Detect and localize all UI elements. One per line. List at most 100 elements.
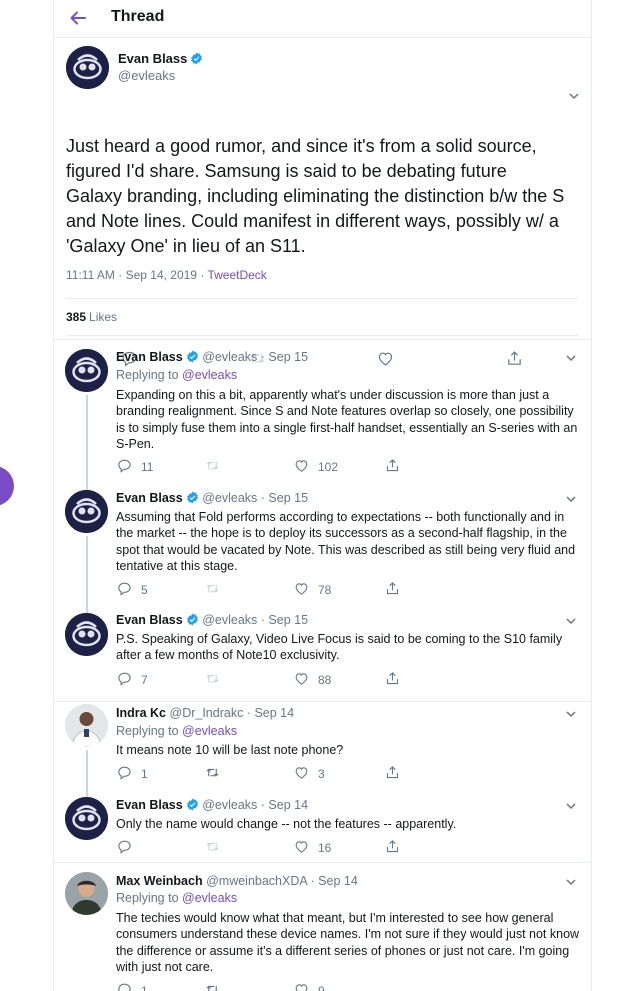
- reply-icon[interactable]: [117, 458, 132, 473]
- reply-count: 7: [141, 673, 148, 687]
- author-handle[interactable]: @evleaks: [118, 68, 203, 83]
- author-name[interactable]: Evan Blass: [118, 51, 187, 66]
- reply-time[interactable]: · Sep 14: [247, 706, 294, 720]
- reply-time[interactable]: · Sep 14: [261, 798, 308, 812]
- reply-icon[interactable]: [117, 982, 132, 991]
- avatar[interactable]: [65, 797, 108, 840]
- verified-badge-icon: [186, 491, 198, 504]
- verified-badge-icon: [186, 613, 198, 626]
- avatar[interactable]: [65, 872, 108, 915]
- reply-text: Only the name would change -- not the fe…: [116, 817, 457, 831]
- replying-to: Replying to @evleaks: [116, 724, 237, 738]
- like-heart-icon[interactable]: [294, 671, 309, 686]
- share-icon[interactable]: [385, 581, 400, 596]
- avatar[interactable]: [65, 613, 108, 656]
- chevron-down-icon[interactable]: [568, 90, 580, 102]
- author-name[interactable]: Max Weinbach: [116, 874, 203, 888]
- retweet-icon[interactable]: [205, 458, 220, 473]
- like-heart-icon[interactable]: [294, 581, 309, 596]
- avatar[interactable]: [65, 490, 108, 533]
- verified-badge-icon: [186, 798, 198, 811]
- reply-header: Evan Blass @evleaks · Sep 15: [116, 613, 308, 627]
- chevron-down-icon[interactable]: [565, 615, 577, 627]
- replying-to-link[interactable]: @evleaks: [182, 368, 237, 382]
- chevron-down-icon[interactable]: [565, 876, 577, 888]
- reply-icon[interactable]: [117, 839, 132, 854]
- reply-time[interactable]: · Sep 15: [261, 350, 308, 364]
- reply-tweet[interactable]: Max Weinbach @mweinbachXDA · Sep 14 Repl…: [54, 863, 591, 991]
- reply-icon[interactable]: [117, 765, 132, 780]
- chevron-down-icon[interactable]: [565, 800, 577, 812]
- replying-label: Replying to: [116, 368, 183, 382]
- author-handle[interactable]: @evleaks: [202, 613, 257, 627]
- timestamp[interactable]: 11:11 AM · Sep 14, 2019 ·: [66, 268, 207, 282]
- avatar[interactable]: [65, 704, 108, 747]
- avatar[interactable]: [66, 46, 109, 89]
- likes-stats[interactable]: 385 Likes: [66, 298, 578, 336]
- reply-tweet[interactable]: Evan Blass @evleaks · Sep 15 Assuming th…: [54, 488, 591, 608]
- back-arrow-icon[interactable]: [68, 8, 88, 28]
- author-handle[interactable]: @mweinbachXDA: [206, 874, 307, 888]
- retweet-icon[interactable]: [205, 581, 220, 596]
- like-heart-icon[interactable]: [294, 982, 309, 991]
- reply-time[interactable]: · Sep 15: [261, 613, 308, 627]
- compose-tweet-button[interactable]: [0, 466, 14, 506]
- replying-to: Replying to @evleaks: [116, 891, 237, 905]
- reply-count: 1: [141, 984, 148, 991]
- reply-tweet[interactable]: Evan Blass @evleaks · Sep 14 Only the na…: [54, 792, 591, 863]
- replying-label: Replying to: [116, 724, 183, 738]
- reply-tweet[interactable]: Evan Blass @evleaks · Sep 15 Replying to…: [54, 341, 591, 488]
- reply-text: P.S. Speaking of Galaxy, Video Live Focu…: [116, 632, 563, 663]
- reply-tweet[interactable]: Indra Kc @Dr_Indrakc · Sep 14 Replying t…: [54, 702, 591, 792]
- like-heart-icon[interactable]: [294, 839, 309, 854]
- reply-text: Assuming that Fold performs according to…: [116, 510, 576, 573]
- author-handle[interactable]: @evleaks: [202, 798, 257, 812]
- avatar[interactable]: [65, 349, 108, 392]
- author-handle[interactable]: @Dr_Indrakc: [170, 706, 244, 720]
- author-name[interactable]: Evan Blass: [116, 491, 183, 505]
- retweet-icon[interactable]: [205, 671, 220, 686]
- reply-count: 5: [141, 583, 148, 597]
- author-handle[interactable]: @evleaks: [202, 350, 257, 364]
- retweet-icon[interactable]: [205, 839, 220, 854]
- share-icon[interactable]: [385, 839, 400, 854]
- author-name[interactable]: Indra Kc: [116, 706, 166, 720]
- tweet-meta: 11:11 AM · Sep 14, 2019 · TweetDeck: [66, 268, 267, 282]
- like-heart-icon[interactable]: [294, 458, 309, 473]
- like-count: 3: [318, 767, 325, 781]
- like-count: 78: [318, 583, 332, 597]
- replying-to-link[interactable]: @evleaks: [182, 891, 237, 905]
- replying-to: Replying to @evleaks: [116, 368, 237, 382]
- thread-header: Thread: [54, 0, 591, 38]
- replying-to-link[interactable]: @evleaks: [182, 724, 237, 738]
- thread-column: Thread Evan Blass @evleaks Just heard a …: [53, 0, 592, 991]
- verified-badge-icon: [186, 350, 198, 363]
- thread-line: [86, 536, 88, 608]
- chevron-down-icon[interactable]: [565, 708, 577, 720]
- page-title: Thread: [111, 8, 165, 25]
- retweet-icon[interactable]: [205, 765, 220, 780]
- reply-time[interactable]: · Sep 15: [261, 491, 308, 505]
- reply-icon[interactable]: [117, 671, 132, 686]
- author-name[interactable]: Evan Blass: [116, 613, 183, 627]
- author-name[interactable]: Evan Blass: [116, 798, 183, 812]
- author-name[interactable]: Evan Blass: [116, 350, 183, 364]
- thread-line: [86, 792, 88, 797]
- chevron-down-icon[interactable]: [565, 352, 577, 364]
- chevron-down-icon[interactable]: [565, 493, 577, 505]
- reply-tweet[interactable]: Evan Blass @evleaks · Sep 15 P.S. Speaki…: [54, 608, 591, 702]
- share-icon[interactable]: [385, 458, 400, 473]
- author-handle[interactable]: @evleaks: [202, 491, 257, 505]
- reply-text: The techies would know what that meant, …: [116, 911, 580, 974]
- verified-badge-icon: [191, 52, 203, 65]
- retweet-icon[interactable]: [205, 982, 220, 991]
- share-icon[interactable]: [385, 765, 400, 780]
- source-link[interactable]: TweetDeck: [207, 268, 266, 282]
- reply-time[interactable]: · Sep 14: [311, 874, 358, 888]
- share-icon[interactable]: [385, 671, 400, 686]
- reply-text: Expanding on this a bit, apparently what…: [116, 388, 578, 451]
- reply-icon[interactable]: [117, 581, 132, 596]
- likes-count: 385: [66, 310, 87, 324]
- reply-header: Evan Blass @evleaks · Sep 15: [116, 491, 308, 505]
- like-heart-icon[interactable]: [294, 765, 309, 780]
